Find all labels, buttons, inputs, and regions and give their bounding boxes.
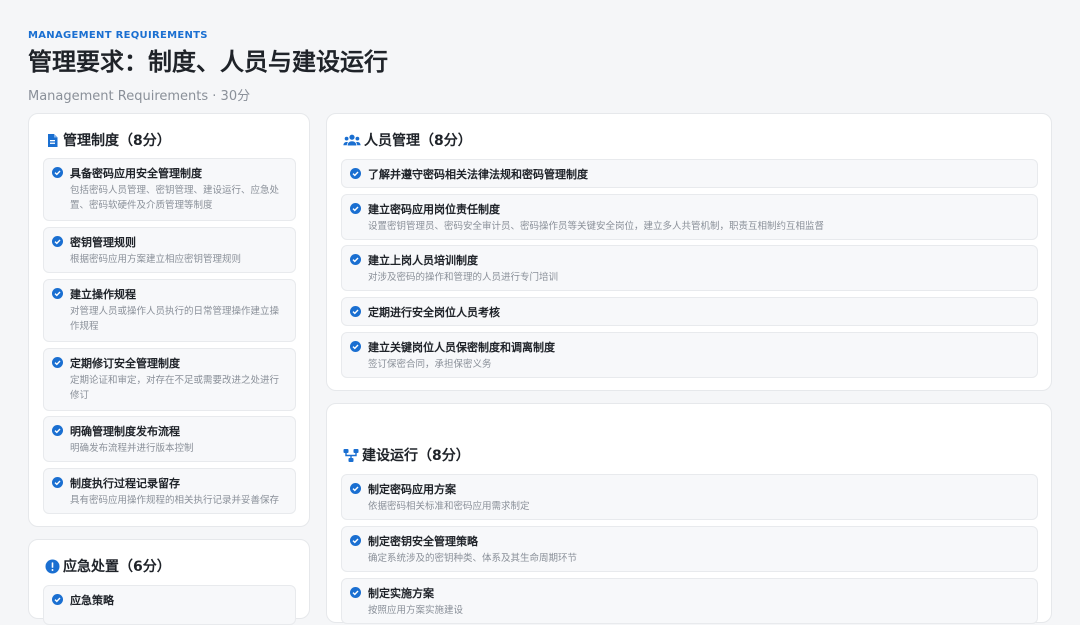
check-icon: [350, 254, 361, 265]
item-title: 制定密钥安全管理策略: [368, 535, 478, 548]
list-item: 建立密码应用岗位责任制度 设置密钥管理员、密码安全审计员、密码操作员等关键安全岗…: [341, 194, 1038, 240]
item-desc: 明确发布流程并进行版本控制: [70, 443, 194, 454]
check-icon: [52, 288, 63, 299]
check-icon: [52, 425, 63, 436]
card-operation-header: 建设运行（8分）: [343, 445, 470, 465]
alert-icon: [45, 559, 60, 574]
card-emergency-title: 应急处置（6分）: [63, 559, 171, 575]
list-item: 制定密钥安全管理策略 确定系统涉及的密钥种类、体系及其生命周期环节: [341, 526, 1038, 572]
card-policy-header: 管理制度（8分）: [45, 130, 171, 150]
item-title: 建立上岗人员培训制度: [368, 254, 478, 267]
check-icon: [350, 306, 361, 317]
item-title: 定期修订安全管理制度: [70, 357, 180, 370]
item-desc: 依据密码相关标准和密码应用需求制定: [368, 501, 530, 512]
network-icon: [343, 448, 359, 463]
item-title: 密钥管理规则: [70, 236, 136, 249]
card-emergency: 应急处置（6分） 应急策略: [28, 539, 310, 625]
check-icon: [350, 168, 361, 179]
check-icon: [52, 594, 63, 605]
list-item: 应急策略: [43, 585, 296, 625]
card-emergency-header: 应急处置（6分）: [45, 556, 171, 576]
people-icon: [343, 133, 361, 148]
item-title: 具备密码应用安全管理制度: [70, 167, 202, 180]
item-title: 了解并遵守密码相关法律法规和密码管理制度: [368, 168, 588, 181]
item-title: 定期进行安全岗位人员考核: [368, 306, 500, 319]
card-personnel-title: 人员管理（8分）: [364, 133, 472, 149]
list-item: 制度执行过程记录留存 具有密码应用操作规程的相关执行记录并妥善保存: [43, 468, 296, 514]
list-item: 建立操作规程 对管理人员或操作人员执行的日常管理操作建立操作规程: [43, 279, 296, 342]
item-desc: 确定系统涉及的密钥种类、体系及其生命周期环节: [368, 553, 578, 564]
item-desc: 签订保密合同，承担保密义务: [368, 359, 492, 370]
item-desc: 具有密码应用操作规程的相关执行记录并妥善保存: [70, 495, 280, 506]
card-operation: 建设运行（8分） 制定密码应用方案 依据密码相关标准和密码应用需求制定 制定密钥…: [326, 403, 1052, 624]
list-item: 明确管理制度发布流程 明确发布流程并进行版本控制: [43, 416, 296, 462]
item-title: 制定密码应用方案: [368, 483, 456, 496]
eyebrow-label: MANAGEMENT REQUIREMENTS: [28, 30, 208, 41]
check-icon: [350, 535, 361, 546]
card-policy: 管理制度（8分） 具备密码应用安全管理制度 包括密码人员管理、密钥管理、建设运行…: [28, 113, 310, 527]
list-item: 建立关键岗位人员保密制度和调离制度 签订保密合同，承担保密义务: [341, 332, 1038, 378]
check-icon: [52, 167, 63, 178]
item-desc: 对管理人员或操作人员执行的日常管理操作建立操作规程: [70, 306, 280, 332]
item-title: 应急策略: [70, 594, 114, 607]
list-item: 定期进行安全岗位人员考核: [341, 297, 1038, 326]
check-icon: [52, 357, 63, 368]
list-item: 建立上岗人员培训制度 对涉及密码的操作和管理的人员进行专门培训: [341, 245, 1038, 291]
page-subtitle: Management Requirements · 30分: [28, 89, 251, 104]
item-desc: 对涉及密码的操作和管理的人员进行专门培训: [368, 272, 559, 283]
card-personnel-header: 人员管理（8分）: [343, 130, 472, 150]
item-title: 制度执行过程记录留存: [70, 477, 180, 490]
item-title: 建立操作规程: [70, 288, 136, 301]
card-policy-title: 管理制度（8分）: [63, 133, 171, 149]
list-item: 制定实施方案 按照应用方案实施建设: [341, 578, 1038, 624]
list-item: 制定密码应用方案 依据密码相关标准和密码应用需求制定: [341, 474, 1038, 520]
list-item: 具备密码应用安全管理制度 包括密码人员管理、密钥管理、建设运行、应急处置、密码软…: [43, 158, 296, 221]
check-icon: [350, 341, 361, 352]
card-operation-title: 建设运行（8分）: [362, 448, 470, 464]
list-item: 了解并遵守密码相关法律法规和密码管理制度: [341, 159, 1038, 188]
page-title: 管理要求：制度、人员与建设运行: [28, 48, 388, 76]
item-title: 明确管理制度发布流程: [70, 425, 180, 438]
card-personnel: 人员管理（8分） 了解并遵守密码相关法律法规和密码管理制度 建立密码应用岗位责任…: [326, 113, 1052, 391]
check-icon: [350, 587, 361, 598]
check-icon: [350, 203, 361, 214]
item-desc: 设置密钥管理员、密码安全审计员、密码操作员等关键安全岗位，建立多人共管机制，职责…: [368, 221, 825, 232]
item-desc: 根据密码应用方案建立相应密钥管理规则: [70, 254, 242, 265]
item-desc: 按照应用方案实施建设: [368, 605, 464, 616]
document-icon: [45, 133, 60, 148]
item-title: 建立密码应用岗位责任制度: [368, 203, 500, 216]
item-title: 建立关键岗位人员保密制度和调离制度: [368, 341, 555, 354]
list-item: 密钥管理规则 根据密码应用方案建立相应密钥管理规则: [43, 227, 296, 273]
check-icon: [350, 483, 361, 494]
item-desc: 定期论证和审定，对存在不足或需要改进之处进行修订: [70, 375, 280, 401]
list-item: 定期修订安全管理制度 定期论证和审定，对存在不足或需要改进之处进行修订: [43, 348, 296, 411]
check-icon: [52, 236, 63, 247]
item-title: 制定实施方案: [368, 587, 434, 600]
item-desc: 包括密码人员管理、密钥管理、建设运行、应急处置、密码软硬件及介质管理等制度: [70, 185, 280, 211]
check-icon: [52, 477, 63, 488]
